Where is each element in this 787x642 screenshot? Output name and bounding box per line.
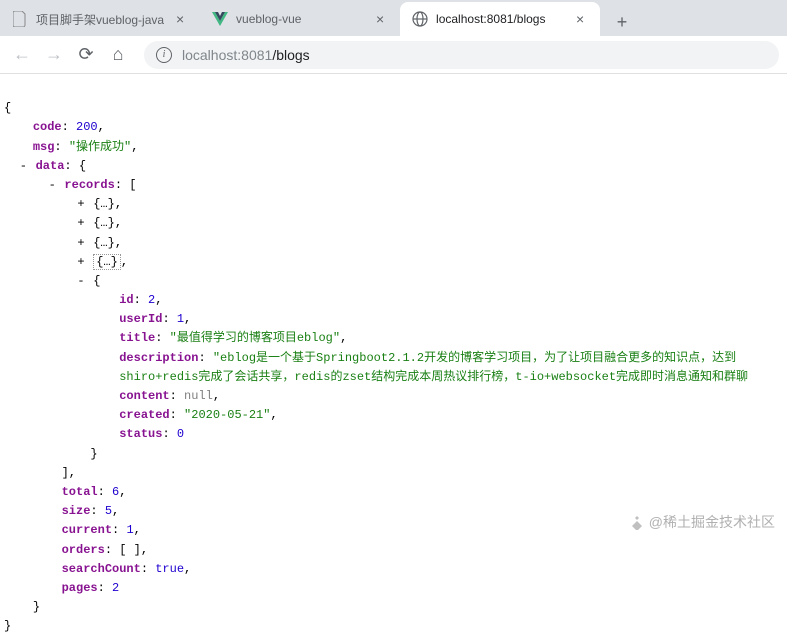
file-icon <box>12 11 28 27</box>
json-value: "最值得学习的博客项目eblog" <box>170 331 340 345</box>
tab-3[interactable]: localhost:8081/blogs × <box>400 2 600 36</box>
info-icon[interactable]: i <box>156 47 172 63</box>
expand-toggle[interactable]: + <box>76 234 86 253</box>
collapse-toggle[interactable]: - <box>47 176 57 195</box>
tab-title: localhost:8081/blogs <box>436 12 564 26</box>
json-value-cont: shiro+redis完成了会话共享，redis的zset结构完成本周热议排行榜… <box>119 370 748 384</box>
vue-icon <box>212 11 228 27</box>
collapse-toggle[interactable]: - <box>18 157 28 176</box>
json-key: size <box>62 504 91 518</box>
json-key: records <box>64 178 114 192</box>
close-icon[interactable]: × <box>172 11 188 27</box>
new-tab-button[interactable]: + <box>608 8 636 36</box>
collapsed-object[interactable]: {…} <box>93 236 115 250</box>
tab-1[interactable]: 项目脚手架vueblog-java × <box>0 2 200 36</box>
json-key: orders <box>62 543 105 557</box>
collapsed-object-focused[interactable]: {…} <box>93 254 121 270</box>
browser-toolbar: ← → ⟳ ⌂ i localhost:8081/blogs <box>0 36 787 74</box>
address-bar[interactable]: i localhost:8081/blogs <box>144 41 779 69</box>
juejin-icon <box>629 514 645 530</box>
json-value: "操作成功" <box>69 140 131 154</box>
json-key: userId <box>119 312 162 326</box>
json-value: 2 <box>112 581 119 595</box>
tab-2[interactable]: vueblog-vue × <box>200 2 400 36</box>
json-key: data <box>36 159 65 173</box>
json-value: 1 <box>177 312 184 326</box>
collapsed-object[interactable]: {…} <box>93 216 115 230</box>
globe-icon <box>412 11 428 27</box>
json-key: msg <box>33 140 55 154</box>
json-response-viewer: { code: 200, msg: "操作成功", - data: { - re… <box>0 74 787 642</box>
url-text: localhost:8081/blogs <box>182 47 310 63</box>
watermark: @稀土掘金技术社区 <box>629 512 775 532</box>
json-key: searchCount <box>62 562 141 576</box>
tab-title: 项目脚手架vueblog-java <box>36 11 164 28</box>
back-button[interactable]: ← <box>8 41 36 69</box>
forward-button[interactable]: → <box>40 41 68 69</box>
json-key: id <box>119 293 133 307</box>
json-value: 0 <box>177 427 184 441</box>
collapse-toggle[interactable]: - <box>76 272 86 291</box>
json-value: "2020-05-21" <box>184 408 270 422</box>
json-key: total <box>62 485 98 499</box>
close-icon[interactable]: × <box>372 11 388 27</box>
json-value: 200 <box>76 120 98 134</box>
reload-button[interactable]: ⟳ <box>72 41 100 69</box>
expand-toggle[interactable]: + <box>76 214 86 233</box>
json-key: code <box>33 120 62 134</box>
json-value: "eblog是一个基于Springboot2.1.2开发的博客学习项目，为了让项… <box>213 351 736 365</box>
json-key: current <box>62 523 112 537</box>
expand-toggle[interactable]: + <box>76 195 86 214</box>
tab-title: vueblog-vue <box>236 12 364 26</box>
expand-toggle[interactable]: + <box>76 253 86 272</box>
collapsed-object[interactable]: {…} <box>93 197 115 211</box>
json-value: 1 <box>126 523 133 537</box>
json-key: description <box>119 351 198 365</box>
close-icon[interactable]: × <box>572 11 588 27</box>
json-key: pages <box>62 581 98 595</box>
json-key: title <box>119 331 155 345</box>
home-button[interactable]: ⌂ <box>104 41 132 69</box>
browser-tabs-bar: 项目脚手架vueblog-java × vueblog-vue × localh… <box>0 0 787 36</box>
json-key: status <box>119 427 162 441</box>
json-key: content <box>119 389 169 403</box>
json-value: 5 <box>105 504 112 518</box>
json-value: true <box>155 562 184 576</box>
json-key: created <box>119 408 169 422</box>
json-value: [ ] <box>119 543 141 557</box>
json-value: null <box>184 389 213 403</box>
